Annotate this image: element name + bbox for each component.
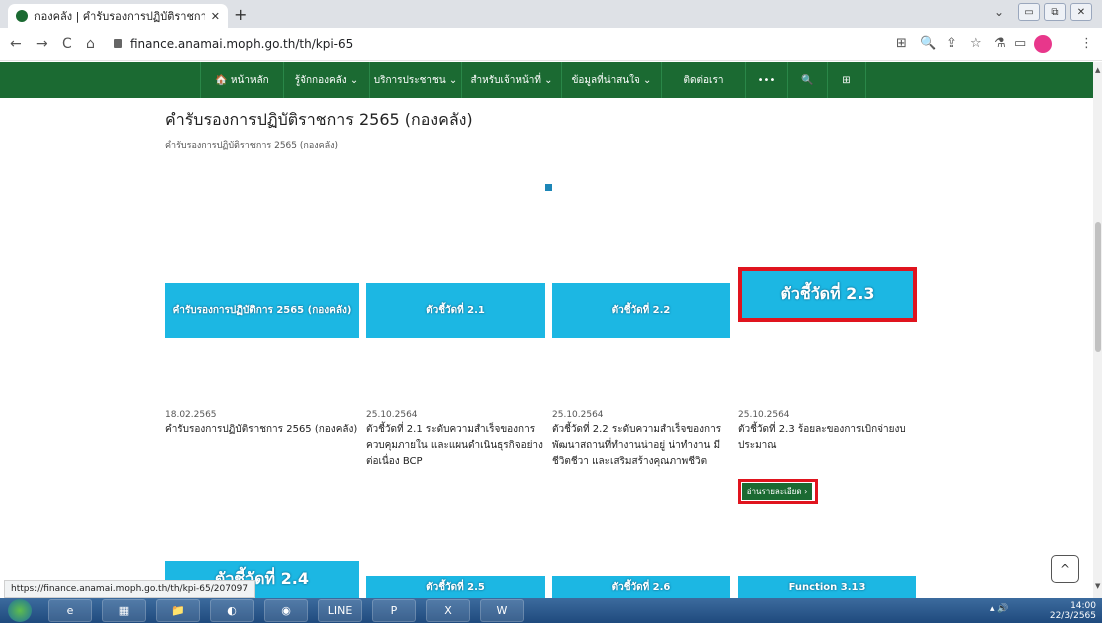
highlight-button-box <box>738 479 818 504</box>
card-date-1: 18.02.2565 <box>165 410 217 420</box>
taskbar-powerpoint[interactable]: P <box>372 599 416 622</box>
taskbar-ie[interactable]: e <box>48 599 92 622</box>
card-date-2: 25.10.2564 <box>366 410 418 420</box>
card-desc-1[interactable]: คำรับรองการปฏิบัติราชการ 2565 (กองคลัง) <box>165 422 360 438</box>
clock-date: 22/3/2565 <box>1049 611 1096 621</box>
tray-volume-icon[interactable]: ▴ 🔊 <box>990 604 1009 614</box>
scroll-down-icon[interactable]: ▼ <box>1095 582 1100 590</box>
clock[interactable]: 14:00 22/3/2565 <box>1050 601 1096 621</box>
clock-time: 14:00 <box>1070 601 1096 611</box>
profile-avatar[interactable] <box>1034 35 1052 53</box>
taskbar-calculator[interactable]: ▦ <box>102 599 146 622</box>
site-favicon-icon <box>16 10 28 22</box>
menu-icon[interactable]: ⋮ <box>1080 36 1093 51</box>
scroll-up-icon[interactable]: ▲ <box>1095 66 1100 74</box>
nav-item-about[interactable]: รู้จักกองคลัง ⌄ <box>284 62 370 98</box>
home-icon[interactable]: ⌂ <box>86 36 95 52</box>
close-window-button[interactable]: ✕ <box>1070 3 1092 21</box>
status-url: https://finance.anamai.moph.go.th/th/kpi… <box>4 580 256 598</box>
taskbar: e ▦ 📁 ◐ ◉ LINE P X W ▴ 🔊 14:00 22/3/2565 <box>0 598 1102 623</box>
taskbar-chrome[interactable]: ◉ <box>264 599 308 622</box>
restore-button[interactable]: ⧉ <box>1044 3 1066 21</box>
card-date-3: 25.10.2564 <box>552 410 604 420</box>
highlight-box <box>738 267 917 322</box>
tab-search-chevron-icon[interactable]: ⌄ <box>994 5 1004 19</box>
taskbar-app-4[interactable]: ◐ <box>210 599 254 622</box>
card-date-4: 25.10.2564 <box>738 410 790 420</box>
address-bar: ← → C ⌂ finance.anamai.moph.go.th/th/kpi… <box>0 28 1102 61</box>
nav-item-public-service[interactable]: บริการประชาชน ⌄ <box>370 62 462 98</box>
nav-more-icon[interactable]: ••• <box>746 62 788 98</box>
back-to-top-button[interactable]: ^ <box>1051 555 1079 583</box>
nav-item-home[interactable]: 🏠 หน้าหลัก <box>200 62 284 98</box>
nav-item-info[interactable]: ข้อมูลที่น่าสนใจ ⌄ <box>562 62 662 98</box>
card-desc-2[interactable]: ตัวชี้วัดที่ 2.1 ระดับความสำเร็จของการคว… <box>366 422 546 470</box>
url-input[interactable]: finance.anamai.moph.go.th/th/kpi-65 <box>130 37 353 51</box>
share-icon[interactable]: ⇪ <box>946 36 957 51</box>
start-button[interactable] <box>8 599 32 622</box>
tab-title: กองคลัง | คำรับรองการปฏิบัติราชการ <box>34 10 205 23</box>
back-icon[interactable]: ← <box>10 36 22 52</box>
lock-icon <box>114 39 122 48</box>
window-controls: ⌄ ▭ ⧉ ✕ <box>994 3 1092 21</box>
card-banner-8[interactable]: Function 3.13 <box>738 576 916 598</box>
browser-tab[interactable]: กองคลัง | คำรับรองการปฏิบัติราชการ ✕ <box>8 4 228 28</box>
site-nav: 🏠 หน้าหลัก รู้จักกองคลัง ⌄ บริการประชาชน… <box>0 62 1102 98</box>
forward-icon[interactable]: → <box>36 36 48 52</box>
breadcrumb[interactable]: คำรับรองการปฏิบัติราชการ 2565 (กองคลัง) <box>165 138 338 152</box>
nav-item-staff[interactable]: สำหรับเจ้าหน้าที่ ⌄ <box>462 62 562 98</box>
labs-icon[interactable]: ⚗ <box>994 36 1006 51</box>
browser-tabbar: กองคลัง | คำรับรองการปฏิบัติราชการ ✕ + ⌄… <box>0 0 1102 28</box>
nav-item-contact[interactable]: ติดต่อเรา <box>662 62 746 98</box>
minimize-button[interactable]: ▭ <box>1018 3 1040 21</box>
card-banner-1[interactable]: คำรับรองการปฏิบัติการ 2565 (กองคลัง) <box>165 283 359 338</box>
card-banner-6[interactable]: ตัวชี้วัดที่ 2.5 <box>366 576 545 598</box>
card-desc-3[interactable]: ตัวชี้วัดที่ 2.2 ระดับความสำเร็จของการพั… <box>552 422 732 470</box>
card-desc-4[interactable]: ตัวชี้วัดที่ 2.3 ร้อยละของการเบิกจ่ายงบป… <box>738 422 913 454</box>
taskbar-explorer[interactable]: 📁 <box>156 599 200 622</box>
card-banner-7[interactable]: ตัวชี้วัดที่ 2.6 <box>552 576 730 598</box>
bookmark-star-icon[interactable]: ☆ <box>970 36 982 51</box>
nav-search-icon[interactable]: 🔍 <box>788 62 828 98</box>
reload-icon[interactable]: C <box>62 36 72 52</box>
scrollbar-thumb[interactable] <box>1095 222 1101 352</box>
side-panel-icon[interactable]: ▭ <box>1014 36 1026 51</box>
taskbar-word[interactable]: W <box>480 599 524 622</box>
taskbar-excel[interactable]: X <box>426 599 470 622</box>
translate-icon[interactable]: ⊞ <box>896 36 907 51</box>
new-tab-button[interactable]: + <box>234 5 247 24</box>
card-banner-2[interactable]: ตัวชี้วัดที่ 2.1 <box>366 283 545 338</box>
nav-sitemap-icon[interactable]: ⊞ <box>828 62 866 98</box>
zoom-icon[interactable]: 🔍 <box>920 36 936 51</box>
page-title: คำรับรองการปฏิบัติราชการ 2565 (กองคลัง) <box>165 110 473 129</box>
tab-close-icon[interactable]: ✕ <box>211 10 220 23</box>
card-banner-3[interactable]: ตัวชี้วัดที่ 2.2 <box>552 283 730 338</box>
taskbar-line[interactable]: LINE <box>318 599 362 622</box>
slider-dot[interactable] <box>545 184 552 191</box>
